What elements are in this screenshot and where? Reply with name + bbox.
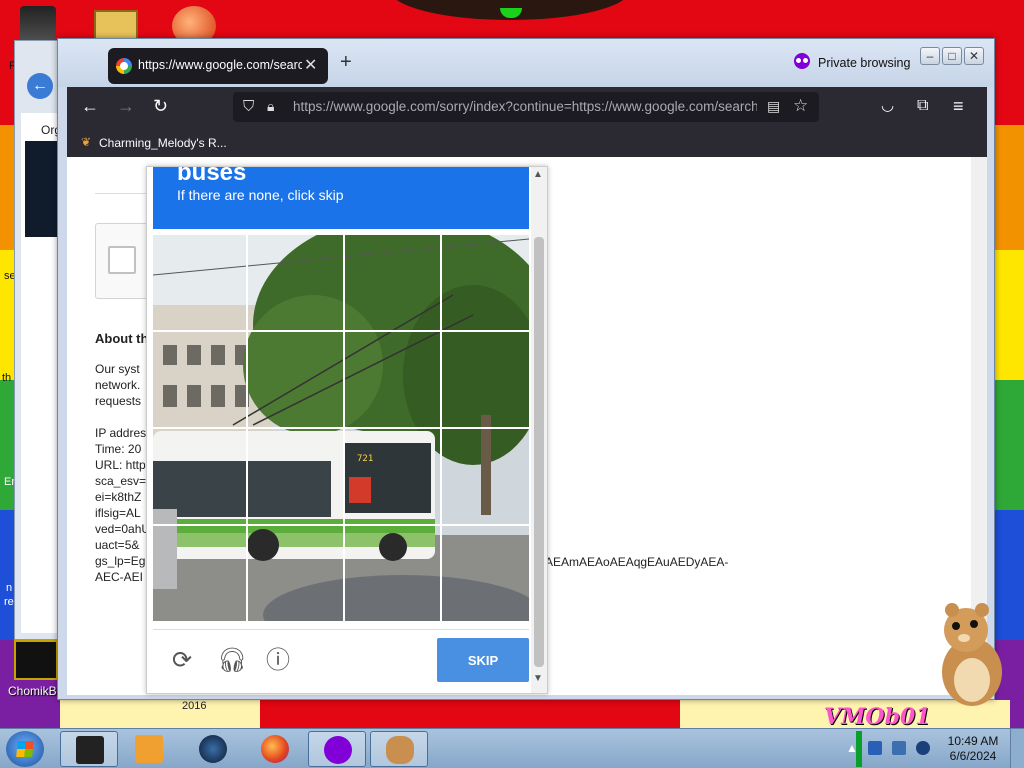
wallpaper-bottom-red — [260, 700, 680, 728]
captcha-title: buses — [177, 166, 247, 186]
bus-number-sign: 721 — [357, 454, 373, 464]
edge-fragment: th — [2, 372, 12, 384]
info-line: Time: 20 — [95, 442, 142, 456]
hamster-mascot — [942, 603, 1002, 706]
navigation-toolbar: ← → ↻ ⛉ 🔒︎ https://www.google.com/sorry/… — [67, 87, 987, 127]
grid-line — [153, 427, 529, 429]
captcha-header: buses If there are none, click skip — [153, 167, 529, 229]
menu-icon[interactable]: ≡ — [953, 96, 964, 116]
media-player-icon — [135, 735, 163, 763]
pocket-icon[interactable]: ◡ — [881, 96, 894, 116]
clock-time: 10:49 AM — [947, 734, 999, 748]
paragraph-line: network. — [95, 378, 141, 392]
firefox-icon — [261, 735, 289, 763]
window-controls: – □ ✕ — [920, 47, 986, 65]
taskbar-app-firefox-private[interactable] — [308, 731, 366, 767]
skip-button[interactable]: SKIP — [437, 638, 529, 682]
info-line: gs_lp=Eg — [95, 554, 146, 568]
bookmark-item[interactable]: Charming_Melody's R... — [99, 136, 227, 150]
taskbar-app-firefox[interactable] — [246, 731, 304, 767]
gs-lp-tail-text: AEAmAEAoAEAqgEAuAEDyAEA- — [545, 555, 729, 569]
taskbar-app-globe[interactable] — [184, 731, 242, 767]
tracking-shield-icon[interactable]: ⛉ — [243, 98, 254, 115]
lock-icon[interactable]: 🔒︎ — [267, 98, 274, 115]
url-text[interactable]: https://www.google.com/sorry/index?conti… — [293, 99, 757, 114]
globe-app-icon — [199, 735, 227, 763]
tray-network-icon[interactable] — [892, 741, 906, 755]
captcha-instruction: If there are none, click skip — [177, 187, 344, 203]
url-bar[interactable]: ⛉ 🔒︎ https://www.google.com/sorry/index?… — [233, 92, 819, 122]
taskbar-app-media[interactable] — [120, 731, 178, 767]
info-line: AEC-AEI — [95, 570, 144, 584]
about-heading: About th — [95, 331, 149, 346]
back-arrow-icon[interactable]: ← — [27, 73, 53, 99]
info-line: ved=0ahU — [95, 522, 151, 536]
taskbar: ▲ 10:49 AM 6/6/2024 — [0, 728, 1024, 768]
edge-fragment: n — [6, 582, 13, 594]
google-favicon-icon — [116, 58, 132, 74]
edge-fragment: re — [4, 596, 14, 608]
desktop-icon-chomik[interactable] — [14, 640, 58, 680]
scroll-down-icon[interactable]: ▼ — [533, 673, 543, 684]
audio-challenge-icon[interactable]: 🎧︎ — [217, 648, 247, 674]
tab-title: https://www.google.com/search — [138, 58, 302, 72]
new-tab-icon[interactable]: + — [340, 51, 352, 74]
reload-icon[interactable]: ↻ — [153, 96, 168, 116]
desktop-logo-text: VMOb01 — [824, 704, 931, 730]
captcha-image-grid: 721 — [153, 235, 529, 621]
hamster-app-icon — [386, 736, 414, 764]
grid-line — [153, 330, 529, 332]
tray-expand-icon[interactable]: ▲ — [846, 741, 858, 755]
show-desktop-button[interactable] — [1010, 729, 1024, 768]
info-line: uact=5& — [95, 538, 140, 552]
captcha-footer: ⟳ 🎧︎ ⓘ SKIP — [153, 629, 529, 685]
reload-challenge-icon[interactable]: ⟳ — [169, 648, 195, 674]
desktop-year-text: 2016 — [182, 700, 207, 712]
clock[interactable]: 10:49 AM 6/6/2024 — [938, 734, 1008, 764]
info-line: URL: http — [95, 458, 146, 472]
maximize-button[interactable]: □ — [942, 47, 962, 65]
clock-date: 6/6/2024 — [949, 749, 997, 763]
tray-security-icon[interactable] — [868, 741, 882, 755]
captcha-scroll-thumb[interactable] — [534, 237, 544, 667]
windows-logo-icon — [16, 741, 34, 757]
taskbar-app-explorer[interactable] — [60, 731, 118, 767]
title-bar: https://www.google.com/search ✕ + Privat… — [58, 39, 994, 87]
start-button[interactable] — [6, 731, 44, 767]
info-line: sca_esv= — [95, 474, 147, 488]
firefox-private-icon — [324, 736, 352, 764]
grid-line — [153, 524, 529, 526]
browser-tab[interactable]: https://www.google.com/search ✕ — [108, 48, 328, 84]
info-line: iflsig=AL — [95, 506, 141, 520]
bookmark-favicon-icon: ❦ — [81, 135, 92, 149]
reader-view-icon[interactable]: ▤ — [767, 98, 780, 115]
back-icon[interactable]: ← — [81, 96, 99, 116]
extensions-icon[interactable]: ⧉ — [917, 96, 928, 116]
captcha-challenge: buses If there are none, click skip 721 … — [146, 166, 548, 694]
explorer-app-icon — [76, 736, 104, 764]
desktop-icon-chomik-label: ChomikB — [8, 684, 57, 698]
bookmarks-toolbar: ❦ Charming_Melody's R... — [67, 127, 987, 157]
private-browsing-icon — [794, 53, 810, 69]
taskbar-app-hamster[interactable] — [370, 731, 428, 767]
bookmark-star-icon[interactable]: ☆ — [793, 96, 808, 116]
captcha-scrollbar[interactable]: ▲ ▼ — [531, 167, 547, 693]
info-line: ei=k8thZ — [95, 490, 142, 504]
forward-icon[interactable]: → — [117, 96, 135, 116]
close-window-button[interactable]: ✕ — [964, 47, 984, 65]
paragraph-line: Our syst — [95, 362, 140, 376]
close-tab-icon[interactable]: ✕ — [304, 55, 317, 75]
info-line: IP addres — [95, 426, 147, 440]
paragraph-line: requests — [95, 394, 142, 408]
recaptcha-checkbox[interactable] — [108, 246, 136, 274]
scroll-up-icon[interactable]: ▲ — [533, 169, 543, 180]
tray-volume-icon[interactable] — [916, 741, 930, 755]
info-icon[interactable]: ⓘ — [265, 648, 291, 674]
private-browsing-label: Private browsing — [818, 56, 911, 70]
minimize-button[interactable]: – — [920, 47, 940, 65]
